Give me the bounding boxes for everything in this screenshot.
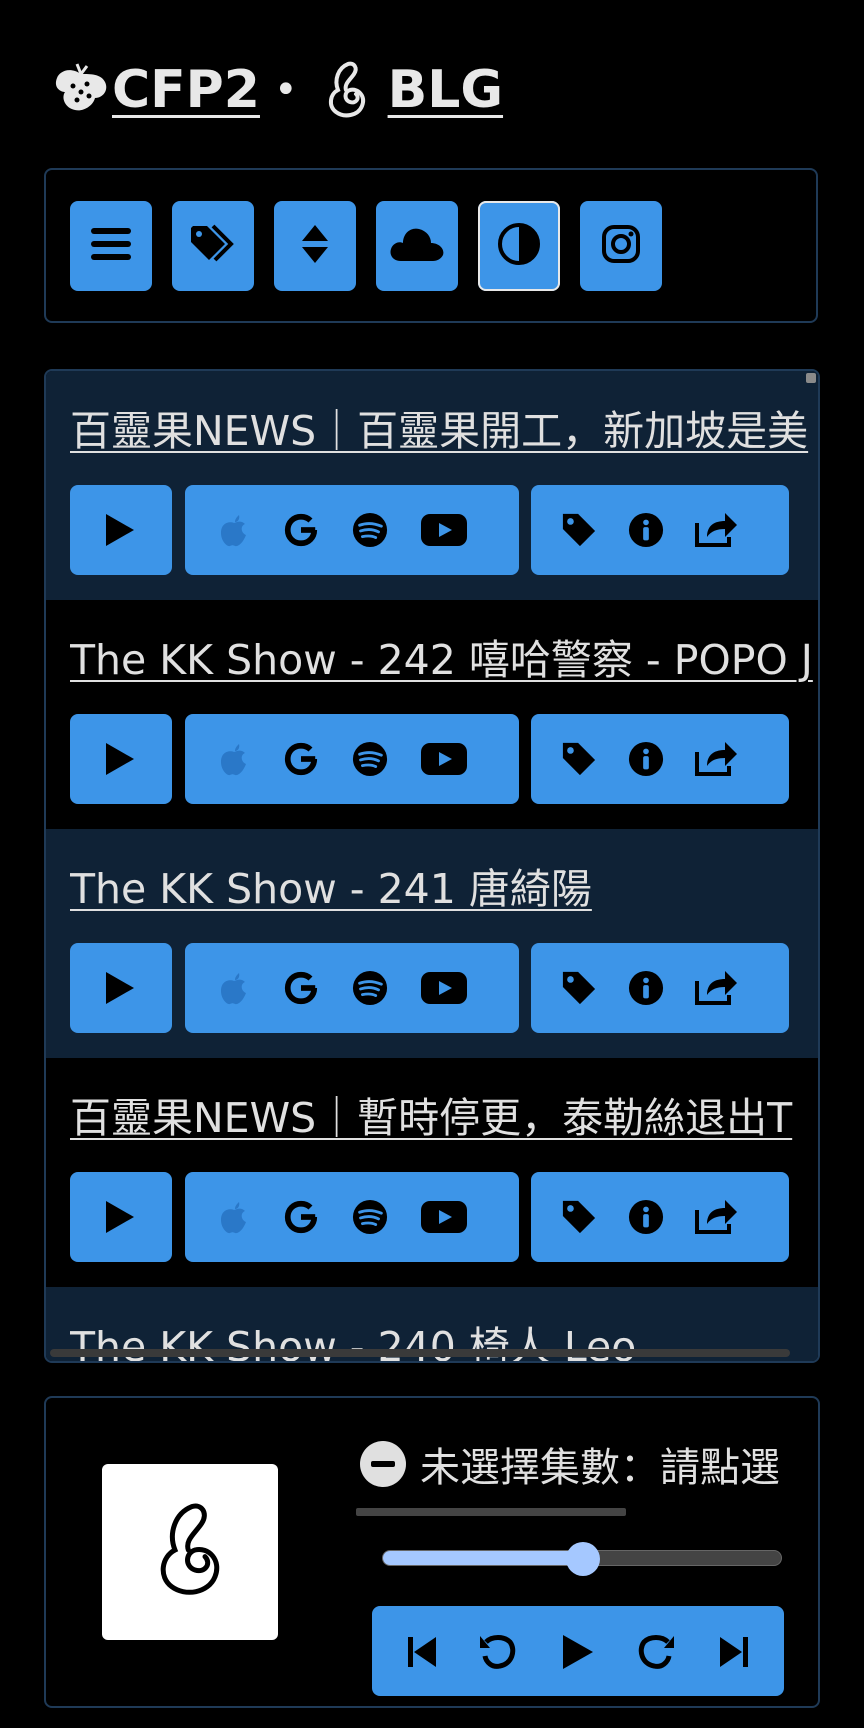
episode-item: 百靈果NEWS｜百靈果開工，新加坡是美 <box>46 371 818 600</box>
instagram-icon <box>601 224 641 268</box>
episode-item: 百靈果NEWS｜暫時停更，泰勒絲退出T <box>46 1058 818 1287</box>
youtube-icon[interactable] <box>421 970 467 1006</box>
previous-track-icon[interactable] <box>402 1632 442 1672</box>
next-track-icon[interactable] <box>714 1632 754 1672</box>
share-icon[interactable] <box>693 512 739 548</box>
play-group <box>70 1172 172 1262</box>
info-icon[interactable] <box>628 1199 664 1235</box>
progress-bar[interactable] <box>356 1508 626 1516</box>
apple-podcasts-icon[interactable] <box>216 512 252 548</box>
play-icon[interactable] <box>102 970 138 1006</box>
platform-links-group <box>185 1172 519 1262</box>
platform-links-group <box>185 943 519 1033</box>
apple-podcasts-icon[interactable] <box>216 1199 252 1235</box>
minus-circle-icon[interactable] <box>360 1441 406 1487</box>
info-icon[interactable] <box>628 970 664 1006</box>
now-playing: 未選擇集數：請點選 <box>360 1436 804 1492</box>
cloud-icon <box>389 225 445 267</box>
apple-podcasts-icon[interactable] <box>216 970 252 1006</box>
episode-title-link[interactable]: The KK Show - 242 嘻哈警察 - POPO J <box>70 626 815 686</box>
volume-slider[interactable] <box>382 1542 782 1576</box>
tags-button[interactable] <box>172 201 254 291</box>
now-playing-text: 未選擇集數：請點選 <box>420 1445 780 1491</box>
youtube-icon[interactable] <box>421 512 467 548</box>
episode-item: The KK Show - 242 嘻哈警察 - POPO J <box>46 600 818 829</box>
horizontal-scrollbar[interactable] <box>50 1349 790 1357</box>
fast-forward-icon[interactable] <box>636 1632 676 1672</box>
episode-actions-group <box>531 714 789 804</box>
google-podcasts-icon[interactable] <box>283 512 319 548</box>
site-header: CFP2 • BLG <box>50 55 503 125</box>
play-icon[interactable] <box>102 741 138 777</box>
platform-links-group <box>185 485 519 575</box>
cloud-button[interactable] <box>376 201 458 291</box>
vertical-scrollbar[interactable] <box>806 373 816 383</box>
toolbar <box>44 168 818 323</box>
google-podcasts-icon[interactable] <box>283 970 319 1006</box>
menu-icon <box>91 226 131 266</box>
tags-icon <box>189 224 237 268</box>
play-group <box>70 485 172 575</box>
play-group <box>70 714 172 804</box>
ok-hand-cover-icon <box>150 1500 230 1604</box>
episode-list[interactable]: 百靈果NEWS｜百靈果開工，新加坡是美 The KK Show - 242 嘻哈… <box>44 369 820 1363</box>
google-podcasts-icon[interactable] <box>283 1199 319 1235</box>
instagram-button[interactable] <box>580 201 662 291</box>
play-icon[interactable] <box>102 512 138 548</box>
contrast-button[interactable] <box>478 201 560 291</box>
apple-podcasts-icon[interactable] <box>216 741 252 777</box>
episode-item: The KK Show - 241 唐綺陽 <box>46 829 818 1058</box>
header-separator: • <box>273 67 298 113</box>
contrast-icon <box>497 222 541 270</box>
play-pause-icon[interactable] <box>558 1632 598 1672</box>
volume-fill <box>383 1551 583 1565</box>
sort-icon <box>300 223 330 269</box>
player-panel: 未選擇集數：請點選 <box>44 1396 820 1708</box>
volume-thumb[interactable] <box>566 1542 600 1576</box>
tag-icon[interactable] <box>561 970 597 1006</box>
brand-blg-link[interactable]: BLG <box>388 60 503 120</box>
tag-icon[interactable] <box>561 1199 597 1235</box>
spotify-icon[interactable] <box>352 1199 388 1235</box>
menu-button[interactable] <box>70 201 152 291</box>
episode-actions-group <box>531 1172 789 1262</box>
youtube-icon[interactable] <box>421 741 467 777</box>
share-icon[interactable] <box>693 741 739 777</box>
tag-icon[interactable] <box>561 741 597 777</box>
info-icon[interactable] <box>628 512 664 548</box>
share-icon[interactable] <box>693 970 739 1006</box>
playback-controls <box>372 1606 784 1696</box>
cover-art <box>102 1464 278 1640</box>
episode-actions-group <box>531 943 789 1033</box>
spotify-icon[interactable] <box>352 970 388 1006</box>
episode-title-link[interactable]: 百靈果NEWS｜暫時停更，泰勒絲退出T <box>70 1084 815 1144</box>
platform-links-group <box>185 714 519 804</box>
info-icon[interactable] <box>628 741 664 777</box>
share-icon[interactable] <box>693 1199 739 1235</box>
episode-title-link[interactable]: The KK Show - 241 唐綺陽 <box>70 855 815 915</box>
strawberry-logo-icon <box>50 59 112 121</box>
google-podcasts-icon[interactable] <box>283 741 319 777</box>
ok-hand-logo-icon <box>316 59 378 121</box>
play-icon[interactable] <box>102 1199 138 1235</box>
play-group <box>70 943 172 1033</box>
rewind-icon[interactable] <box>478 1632 518 1672</box>
episode-title-link[interactable]: 百靈果NEWS｜百靈果開工，新加坡是美 <box>70 397 815 457</box>
brand-cfp2-link[interactable]: CFP2 <box>112 60 260 120</box>
episode-actions-group <box>531 485 789 575</box>
spotify-icon[interactable] <box>352 512 388 548</box>
tag-icon[interactable] <box>561 512 597 548</box>
youtube-icon[interactable] <box>421 1199 467 1235</box>
sort-button[interactable] <box>274 201 356 291</box>
spotify-icon[interactable] <box>352 741 388 777</box>
